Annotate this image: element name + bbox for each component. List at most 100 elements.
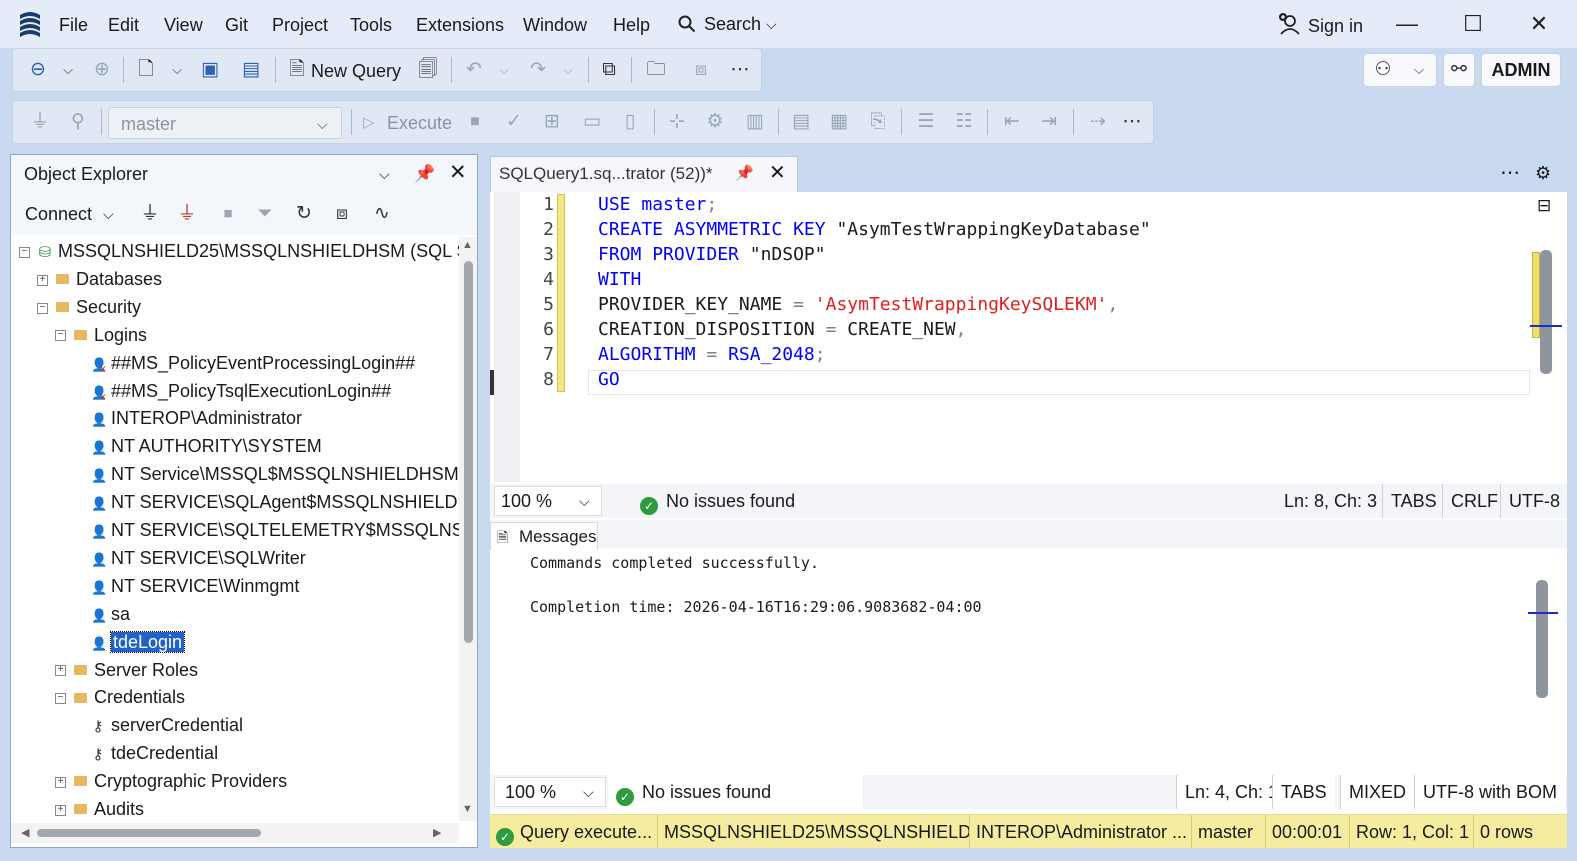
change-connection-icon[interactable]: ⚲ <box>65 109 91 135</box>
overflow-menu-icon[interactable]: ⋯ <box>1500 160 1520 186</box>
editor-line-ending[interactable]: CRLF <box>1442 484 1506 518</box>
execute-button[interactable]: ▷ Execute <box>359 108 459 138</box>
connect-button[interactable]: Connect ⌵ <box>25 201 119 227</box>
close-tab-icon[interactable]: ✕ <box>769 159 786 187</box>
editor-tabs-mode[interactable]: TABS <box>1382 484 1445 518</box>
more-options-icon[interactable]: ⋯ <box>727 57 753 83</box>
menu-edit[interactable]: Edit <box>108 12 139 38</box>
copilot-button[interactable]: ⚇ ⌵ <box>1363 53 1437 87</box>
stop-icon[interactable]: ■ <box>215 201 241 227</box>
scroll-left-icon[interactable]: ◀ <box>21 826 29 839</box>
editor-issues[interactable]: ✓ No issues found <box>632 484 803 518</box>
tree-node[interactable]: 👤 NT SERVICE\SQLWriter <box>91 544 306 572</box>
save-all-icon[interactable]: ▤ <box>238 57 264 83</box>
close-icon[interactable]: ✕ <box>449 159 467 187</box>
tree-node[interactable]: 👤NT SERVICE\SQLTELEMETRY$MSSQLNSHIEI <box>91 516 459 544</box>
sql-editor[interactable]: 1 2 3 4 5 6 7 8 USE master; CREATE ASYMMETRIC K… <box>490 192 1567 484</box>
filter-icon[interactable]: ⏷ <box>252 201 278 227</box>
pin-icon[interactable]: 📌 <box>414 161 435 187</box>
collapse-icon[interactable]: − <box>37 302 48 314</box>
undo-dropdown-icon[interactable]: ⌵ <box>491 57 517 83</box>
sign-in-button[interactable]: Sign in <box>1278 10 1370 40</box>
collapse-icon[interactable]: − <box>19 246 30 258</box>
menu-tools[interactable]: Tools <box>350 12 392 38</box>
search-box[interactable]: Search ⌵ <box>676 10 786 38</box>
vertical-scrollbar[interactable]: ▲ ▼ <box>459 237 477 821</box>
maximize-button[interactable]: ☐ <box>1453 8 1493 40</box>
menu-window[interactable]: Window <box>523 12 587 38</box>
tree-node[interactable]: + Cryptographic Providers <box>55 767 287 795</box>
client-stats-icon[interactable]: ▥ <box>742 109 768 135</box>
tree-node[interactable]: + Databases <box>37 265 162 293</box>
template-browser-icon[interactable]: ⧈ <box>688 57 714 83</box>
expand-icon[interactable]: + <box>55 776 66 788</box>
undo-icon[interactable]: ↶ <box>461 57 487 83</box>
estimated-plan-icon[interactable]: ⊞ <box>539 109 565 135</box>
editor-scrollbar[interactable]: ⊟ <box>1530 192 1562 484</box>
new-query-button[interactable]: 🗎 New Query <box>284 56 414 86</box>
navigate-forward-icon[interactable]: ⊕ <box>89 57 115 83</box>
expand-icon[interactable]: + <box>55 665 66 677</box>
tree-node[interactable]: 👤 NT Service\MSSQL$MSSQLNSHIELDHSM <box>91 460 459 488</box>
refresh-icon[interactable]: ↻ <box>291 201 317 227</box>
results-to-grid-icon[interactable]: ▦ <box>826 109 852 135</box>
messages-zoom-select[interactable]: 100 % ⌵ <box>494 777 606 807</box>
editor-zoom-select[interactable]: 100 % ⌵ <box>494 486 602 516</box>
connect-icon[interactable]: ⏚ <box>27 109 53 135</box>
share-button[interactable]: ⚯ <box>1443 53 1475 87</box>
menu-help[interactable]: Help <box>613 12 650 38</box>
tree-node[interactable]: + Server Roles <box>55 656 198 684</box>
tree-node[interactable]: − Credentials <box>55 683 185 711</box>
scroll-up-icon[interactable]: ▲ <box>462 239 473 251</box>
tree-node[interactable]: 👤 NT SERVICE\Winmgmt <box>91 572 299 600</box>
profiler-icon[interactable]: ∿ <box>369 201 395 227</box>
uncomment-icon[interactable]: ☷ <box>951 109 977 135</box>
expand-icon[interactable]: + <box>55 804 66 816</box>
tree-node[interactable]: + Audits <box>55 795 144 821</box>
split-view-icon[interactable]: ⊟ <box>1537 196 1551 216</box>
menu-view[interactable]: View <box>164 12 203 38</box>
new-dropdown-icon[interactable]: ⌵ <box>164 57 190 83</box>
collapse-icon[interactable]: − <box>55 330 66 342</box>
parse-check-icon[interactable]: ✓ <box>501 109 527 135</box>
close-window-button[interactable]: ✕ <box>1519 8 1559 40</box>
messages-line-ending[interactable]: MIXED <box>1340 775 1415 809</box>
intellisense-icon[interactable]: ▯ <box>617 109 643 135</box>
decrease-indent-icon[interactable]: ⇤ <box>999 109 1025 135</box>
stop-icon[interactable]: ■ <box>462 109 488 135</box>
tree-node[interactable]: 👤 NT SERVICE\SQLAgent$MSSQLNSHIELDHS <box>91 488 459 516</box>
tree-node[interactable]: ⚷ serverCredential <box>91 711 244 739</box>
tree-node[interactable]: − ⛁ MSSQLNSHIELD25\MSSQLNSHIELDHSM (SQL Se… <box>19 237 459 265</box>
redo-icon[interactable]: ↷ <box>525 57 551 83</box>
query-tab[interactable]: SQLQuery1.sq...trator (52))* 📌 ✕ <box>490 156 798 192</box>
collapse-icon[interactable]: − <box>55 693 66 705</box>
admin-badge[interactable]: ADMIN <box>1481 53 1561 87</box>
messages-output[interactable]: Commands completed successfully. Complet… <box>490 550 1567 772</box>
save-icon[interactable]: ▣ <box>197 57 223 83</box>
new-project-icon[interactable]: 🗋 <box>133 57 159 83</box>
query-options-icon[interactable]: ▭ <box>579 109 605 135</box>
menu-git[interactable]: Git <box>225 12 248 38</box>
menu-project[interactable]: Project <box>272 12 328 38</box>
more-options-icon[interactable]: ⋯ <box>1119 109 1145 135</box>
expand-icon[interactable]: + <box>37 274 48 286</box>
menu-file[interactable]: File <box>59 12 88 38</box>
scroll-down-icon[interactable]: ▼ <box>462 803 473 815</box>
tree-node[interactable]: ⚷ tdeCredential <box>91 739 219 767</box>
include-plan-icon[interactable]: ⊹ <box>664 109 690 135</box>
tree-node[interactable]: 👤 NT AUTHORITY\SYSTEM <box>91 432 322 460</box>
tree-node[interactable]: 👤 tdeLogin <box>91 628 186 656</box>
connect-plug-icon[interactable]: ⏚ <box>137 201 163 227</box>
activity-monitor-icon[interactable]: ⧈ <box>329 201 355 227</box>
tree-node[interactable]: − Logins <box>55 321 147 349</box>
tree-node[interactable]: 👤 sa <box>91 600 130 628</box>
tree-node[interactable]: 👤 ✕ ##MS_PolicyEventProcessingLogin## <box>91 349 415 377</box>
messages-tabs-mode[interactable]: TABS <box>1272 775 1335 809</box>
messages-issues[interactable]: ✓ No issues found <box>608 775 862 809</box>
object-explorer-search-icon[interactable]: 🗀 <box>643 57 669 83</box>
back-dropdown-icon[interactable]: ⌵ <box>55 57 81 83</box>
database-select[interactable]: master ⌵ <box>108 107 342 139</box>
tree-node[interactable]: 👤 ✕ ##MS_PolicyTsqlExecutionLogin## <box>91 377 391 405</box>
redo-dropdown-icon[interactable]: ⌵ <box>555 57 581 83</box>
live-stats-icon[interactable]: ⚙ <box>702 109 728 135</box>
